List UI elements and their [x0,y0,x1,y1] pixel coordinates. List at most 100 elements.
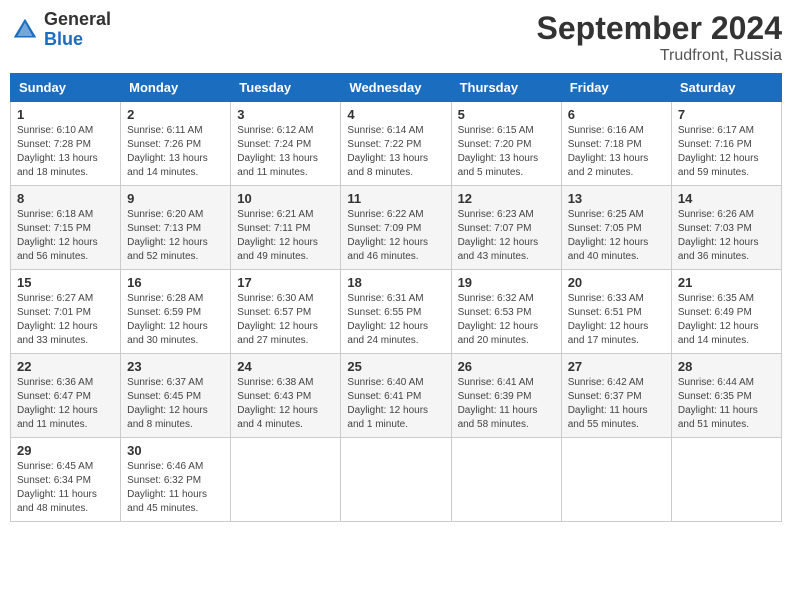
day-number: 6 [568,107,665,122]
day-info: Sunrise: 6:40 AMSunset: 6:41 PMDaylight:… [347,376,444,432]
day-info: Sunrise: 6:28 AMSunset: 6:59 PMDaylight:… [127,292,224,348]
page-header: General Blue September 2024 Trudfront, R… [10,10,782,65]
calendar-week-1: 1Sunrise: 6:10 AMSunset: 7:28 PMDaylight… [11,102,782,186]
day-info: Sunrise: 6:22 AMSunset: 7:09 PMDaylight:… [347,208,444,264]
calendar-cell: 3 Sunrise: 6:12 AMSunset: 7:24 PMDaylight… [231,102,341,186]
day-info: Sunrise: 6:38 AMSunset: 6:43 PMDaylight:… [237,376,334,432]
day-info: Sunrise: 6:15 AMSunset: 7:20 PMDaylight:… [458,124,555,180]
calendar-cell: 13 Sunrise: 6:25 AMSunset: 7:05 PMDayligh… [561,186,671,270]
calendar-week-3: 15 Sunrise: 6:27 AMSunset: 7:01 PMDayligh… [11,270,782,354]
day-info: Sunrise: 6:17 AMSunset: 7:16 PMDaylight:… [678,124,775,180]
day-info: Sunrise: 6:21 AMSunset: 7:11 PMDaylight:… [237,208,334,264]
calendar-week-4: 22 Sunrise: 6:36 AMSunset: 6:47 PMDayligh… [11,354,782,438]
calendar-cell: 21 Sunrise: 6:35 AMSunset: 6:49 PMDayligh… [671,270,781,354]
calendar-header-friday: Friday [561,74,671,102]
calendar-cell: 25 Sunrise: 6:40 AMSunset: 6:41 PMDayligh… [341,354,451,438]
day-number: 2 [127,107,224,122]
day-number: 30 [127,443,224,458]
day-number: 12 [458,191,555,206]
day-info: Sunrise: 6:33 AMSunset: 6:51 PMDaylight:… [568,292,665,348]
calendar-cell: 29 Sunrise: 6:45 AMSunset: 6:34 PMDayligh… [11,438,121,522]
calendar-cell: 12 Sunrise: 6:23 AMSunset: 7:07 PMDayligh… [451,186,561,270]
location-subtitle: Trudfront, Russia [537,47,782,65]
day-info: Sunrise: 6:26 AMSunset: 7:03 PMDaylight:… [678,208,775,264]
calendar-header-sunday: Sunday [11,74,121,102]
calendar-cell: 27 Sunrise: 6:42 AMSunset: 6:37 PMDayligh… [561,354,671,438]
calendar-cell: 9 Sunrise: 6:20 AMSunset: 7:13 PMDaylight… [121,186,231,270]
day-number: 14 [678,191,775,206]
day-number: 9 [127,191,224,206]
day-number: 7 [678,107,775,122]
day-info: Sunrise: 6:45 AMSunset: 6:34 PMDaylight:… [17,460,114,516]
calendar-week-5: 29 Sunrise: 6:45 AMSunset: 6:34 PMDayligh… [11,438,782,522]
calendar-cell: 22 Sunrise: 6:36 AMSunset: 6:47 PMDayligh… [11,354,121,438]
day-info: Sunrise: 6:25 AMSunset: 7:05 PMDaylight:… [568,208,665,264]
calendar-cell: 7 Sunrise: 6:17 AMSunset: 7:16 PMDaylight… [671,102,781,186]
day-number: 23 [127,359,224,374]
calendar-cell: 15 Sunrise: 6:27 AMSunset: 7:01 PMDayligh… [11,270,121,354]
calendar-cell: 11 Sunrise: 6:22 AMSunset: 7:09 PMDayligh… [341,186,451,270]
logo-general-text: General [44,10,111,30]
day-info: Sunrise: 6:30 AMSunset: 6:57 PMDaylight:… [237,292,334,348]
logo-text: General Blue [44,10,111,50]
day-info: Sunrise: 6:44 AMSunset: 6:35 PMDaylight:… [678,376,775,432]
calendar-cell: 8 Sunrise: 6:18 AMSunset: 7:15 PMDaylight… [11,186,121,270]
day-info: Sunrise: 6:18 AMSunset: 7:15 PMDaylight:… [17,208,114,264]
calendar-header-wednesday: Wednesday [341,74,451,102]
day-info: Sunrise: 6:41 AMSunset: 6:39 PMDaylight:… [458,376,555,432]
calendar-header-row: SundayMondayTuesdayWednesdayThursdayFrid… [11,74,782,102]
day-number: 3 [237,107,334,122]
day-info: Sunrise: 6:37 AMSunset: 6:45 PMDaylight:… [127,376,224,432]
day-number: 26 [458,359,555,374]
calendar-cell: 23 Sunrise: 6:37 AMSunset: 6:45 PMDayligh… [121,354,231,438]
day-info: Sunrise: 6:32 AMSunset: 6:53 PMDaylight:… [458,292,555,348]
logo-blue-text: Blue [44,30,111,50]
calendar-header-saturday: Saturday [671,74,781,102]
day-number: 19 [458,275,555,290]
day-number: 4 [347,107,444,122]
calendar-cell: 6 Sunrise: 6:16 AMSunset: 7:18 PMDaylight… [561,102,671,186]
day-number: 8 [17,191,114,206]
day-number: 15 [17,275,114,290]
day-number: 16 [127,275,224,290]
calendar-cell: 14 Sunrise: 6:26 AMSunset: 7:03 PMDayligh… [671,186,781,270]
day-number: 25 [347,359,444,374]
calendar-cell: 26 Sunrise: 6:41 AMSunset: 6:39 PMDayligh… [451,354,561,438]
calendar-cell: 4 Sunrise: 6:14 AMSunset: 7:22 PMDaylight… [341,102,451,186]
calendar-cell: 16 Sunrise: 6:28 AMSunset: 6:59 PMDayligh… [121,270,231,354]
calendar-cell: 19 Sunrise: 6:32 AMSunset: 6:53 PMDayligh… [451,270,561,354]
day-number: 20 [568,275,665,290]
calendar-header-monday: Monday [121,74,231,102]
day-info: Sunrise: 6:36 AMSunset: 6:47 PMDaylight:… [17,376,114,432]
calendar-header-tuesday: Tuesday [231,74,341,102]
day-info: Sunrise: 6:27 AMSunset: 7:01 PMDaylight:… [17,292,114,348]
day-info: Sunrise: 6:42 AMSunset: 6:37 PMDaylight:… [568,376,665,432]
day-number: 21 [678,275,775,290]
day-number: 17 [237,275,334,290]
day-info: Sunrise: 6:23 AMSunset: 7:07 PMDaylight:… [458,208,555,264]
day-info: Sunrise: 6:20 AMSunset: 7:13 PMDaylight:… [127,208,224,264]
day-number: 27 [568,359,665,374]
day-number: 11 [347,191,444,206]
calendar-cell: 5Sunrise: 6:15 AMSunset: 7:20 PMDaylight… [451,102,561,186]
calendar-cell: 1Sunrise: 6:10 AMSunset: 7:28 PMDaylight… [11,102,121,186]
calendar-header-thursday: Thursday [451,74,561,102]
day-number: 22 [17,359,114,374]
day-number: 29 [17,443,114,458]
day-info: Sunrise: 6:31 AMSunset: 6:55 PMDaylight:… [347,292,444,348]
day-info: Sunrise: 6:12 AMSunset: 7:24 PMDaylight:… [237,124,334,180]
day-info: Sunrise: 6:10 AMSunset: 7:28 PMDaylight:… [17,124,114,180]
day-number: 24 [237,359,334,374]
calendar-cell [671,438,781,522]
calendar-table: SundayMondayTuesdayWednesdayThursdayFrid… [10,73,782,522]
day-info: Sunrise: 6:16 AMSunset: 7:18 PMDaylight:… [568,124,665,180]
calendar-cell [341,438,451,522]
day-info: Sunrise: 6:46 AMSunset: 6:32 PMDaylight:… [127,460,224,516]
day-info: Sunrise: 6:14 AMSunset: 7:22 PMDaylight:… [347,124,444,180]
calendar-cell: 17 Sunrise: 6:30 AMSunset: 6:57 PMDayligh… [231,270,341,354]
calendar-cell: 2Sunrise: 6:11 AMSunset: 7:26 PMDaylight… [121,102,231,186]
calendar-cell: 28Sunrise: 6:44 AMSunset: 6:35 PMDayligh… [671,354,781,438]
day-info: Sunrise: 6:35 AMSunset: 6:49 PMDaylight:… [678,292,775,348]
day-number: 13 [568,191,665,206]
calendar-cell: 20 Sunrise: 6:33 AMSunset: 6:51 PMDayligh… [561,270,671,354]
